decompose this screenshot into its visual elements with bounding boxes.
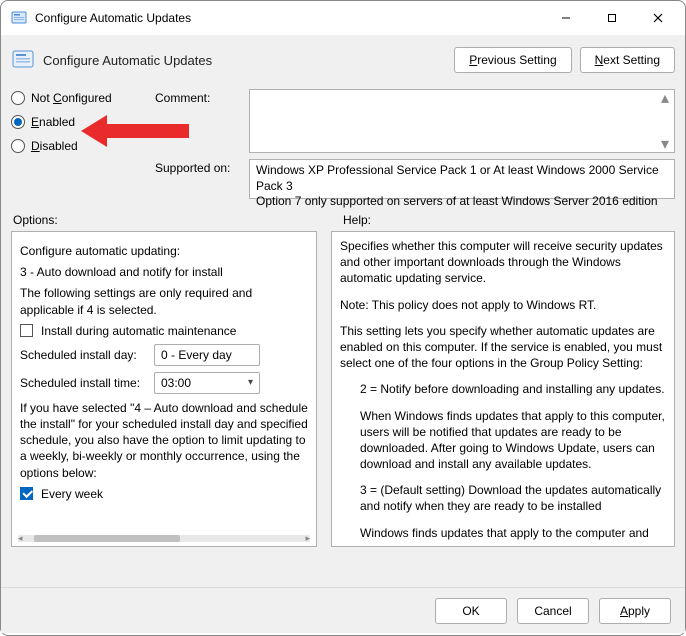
radio-disabled[interactable]: Disabled bbox=[11, 139, 141, 153]
supported-on-text: Windows XP Professional Service Pack 1 o… bbox=[249, 159, 675, 199]
app-icon bbox=[11, 10, 27, 26]
help-text: When Windows finds updates that apply to… bbox=[340, 408, 666, 473]
selected-4-text: If you have selected "4 – Auto download … bbox=[20, 400, 308, 481]
scheduled-time-select[interactable]: 03:00▾ bbox=[154, 372, 260, 394]
window-title: Configure Automatic Updates bbox=[35, 11, 543, 25]
scheduled-time-label: Scheduled install time: bbox=[20, 376, 146, 390]
help-pane: Specifies whether this computer will rec… bbox=[331, 231, 675, 547]
options-label: Options: bbox=[13, 213, 343, 227]
following-settings-text: The following settings are only required… bbox=[20, 285, 308, 317]
cancel-button[interactable]: Cancel bbox=[517, 598, 589, 624]
supported-on-label: Supported on: bbox=[155, 159, 239, 175]
subheader: Configure Automatic Updates Previous Set… bbox=[11, 43, 675, 83]
help-text: 3 = (Default setting) Download the updat… bbox=[340, 482, 666, 514]
next-setting-button[interactable]: Next Setting bbox=[580, 47, 675, 73]
ok-button[interactable]: OK bbox=[435, 598, 507, 624]
comment-textarea[interactable]: ▴ ▾ bbox=[249, 89, 675, 153]
close-button[interactable] bbox=[635, 3, 681, 33]
checkbox-icon bbox=[20, 487, 33, 500]
previous-setting-button[interactable]: Previous Setting bbox=[454, 47, 571, 73]
maximize-button[interactable] bbox=[589, 3, 635, 33]
policy-icon bbox=[11, 48, 35, 72]
help-text: Specifies whether this computer will rec… bbox=[340, 238, 666, 287]
comment-label: Comment: bbox=[155, 89, 239, 105]
scheduled-day-select[interactable]: 0 - Every day bbox=[154, 344, 260, 366]
every-week-checkbox[interactable]: Every week bbox=[20, 487, 308, 501]
radio-icon bbox=[11, 139, 25, 153]
radio-icon bbox=[11, 115, 25, 129]
scroll-down-icon: ▾ bbox=[658, 137, 672, 151]
checkbox-icon bbox=[20, 324, 33, 337]
radio-not-configured[interactable]: Not Configured bbox=[11, 91, 141, 105]
options-pane: Configure automatic updating: 3 - Auto d… bbox=[11, 231, 317, 547]
chevron-down-icon: ▾ bbox=[248, 377, 253, 388]
help-text: Windows finds updates that apply to the … bbox=[340, 525, 666, 541]
install-maintenance-checkbox[interactable]: Install during automatic maintenance bbox=[20, 324, 308, 338]
state-radio-group: Not Configured Enabled Disabled bbox=[11, 89, 141, 199]
help-text: This setting lets you specify whether au… bbox=[340, 323, 666, 372]
policy-title: Configure Automatic Updates bbox=[43, 53, 454, 68]
minimize-button[interactable] bbox=[543, 3, 589, 33]
apply-button[interactable]: Apply bbox=[599, 598, 671, 624]
help-text: 2 = Notify before downloading and instal… bbox=[340, 381, 666, 397]
radio-enabled[interactable]: Enabled bbox=[11, 115, 141, 129]
radio-icon bbox=[11, 91, 25, 105]
scheduled-day-label: Scheduled install day: bbox=[20, 348, 146, 362]
configure-updating-value[interactable]: 3 - Auto download and notify for install bbox=[20, 264, 308, 280]
title-bar: Configure Automatic Updates bbox=[1, 1, 685, 35]
scroll-up-icon: ▴ bbox=[658, 91, 672, 105]
configure-updating-label: Configure automatic updating: bbox=[20, 243, 308, 259]
help-label: Help: bbox=[343, 213, 371, 227]
help-text: Note: This policy does not apply to Wind… bbox=[340, 297, 666, 313]
horizontal-scrollbar[interactable]: ◂ ▸ bbox=[18, 535, 310, 542]
dialog-footer: OK Cancel Apply bbox=[1, 587, 685, 633]
